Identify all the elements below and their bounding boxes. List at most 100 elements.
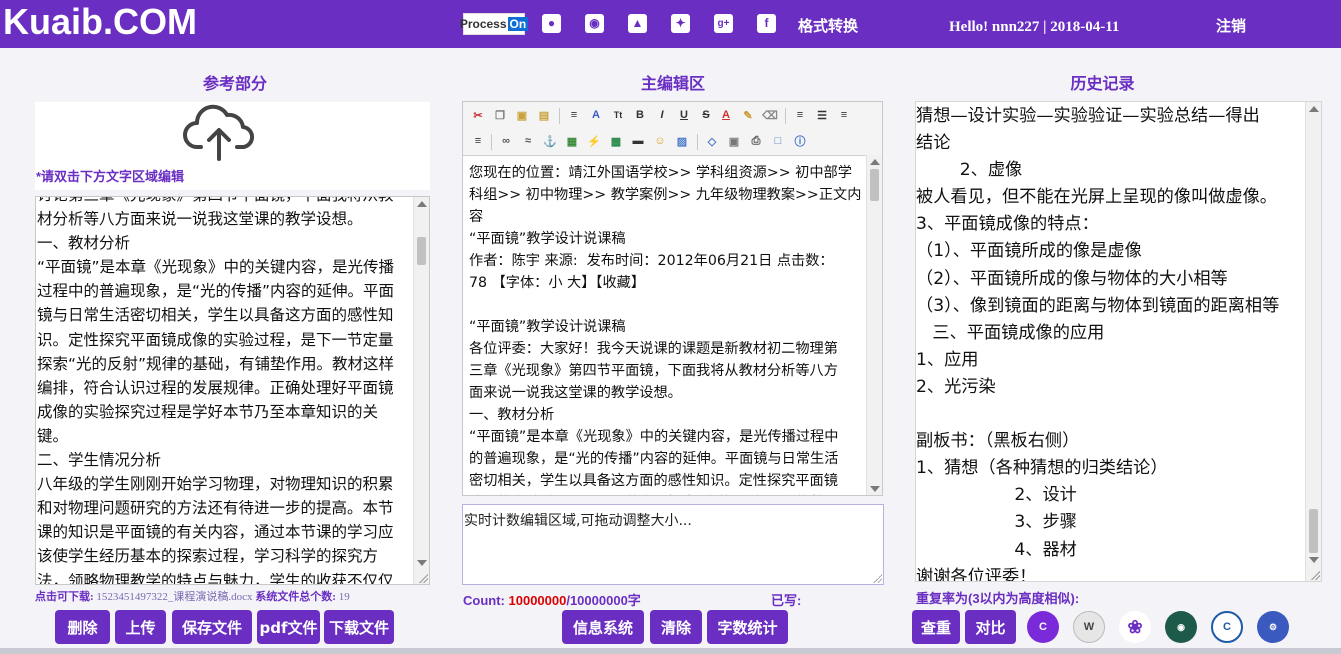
reference-text: 讨论第三章《光现象》第四节平面镜，下面我将从教 材分析等八方面来说一说我这堂课的…: [37, 197, 395, 585]
github-link[interactable]: ●: [542, 12, 561, 34]
outdent-icon[interactable]: ≡: [471, 134, 485, 148]
link-icon[interactable]: ∞: [499, 134, 513, 148]
wechat-link[interactable]: ◉: [585, 12, 604, 34]
google-plus-link[interactable]: g+: [714, 12, 733, 34]
format-convert-link[interactable]: 格式转换: [798, 17, 858, 37]
horizontal-scrollbar[interactable]: [0, 648, 1341, 654]
media-icon[interactable]: ▩: [609, 134, 623, 148]
word-count-textarea[interactable]: 实时计数编辑区域,可拖动调整大小...: [462, 504, 884, 585]
scroll-down-arrow-icon[interactable]: [1309, 557, 1319, 563]
resize-grip-icon[interactable]: [1310, 570, 1320, 580]
scroll-up-arrow-icon[interactable]: [1309, 106, 1319, 112]
delete-button[interactable]: 删除: [55, 610, 110, 644]
library-icon[interactable]: ⚙: [1257, 611, 1289, 643]
upload-button[interactable]: 上传: [115, 610, 166, 644]
written-label-text: 已写:: [771, 593, 802, 608]
compare-button[interactable]: 对比: [965, 610, 1016, 644]
word-count-button[interactable]: 字数统计: [707, 610, 788, 644]
about-icon[interactable]: ⓘ: [793, 134, 807, 148]
special-char-icon[interactable]: ▨: [675, 134, 689, 148]
horizontal-rule-icon[interactable]: ▬: [631, 134, 645, 148]
scroll-down-arrow-icon[interactable]: [870, 486, 880, 492]
info-system-button[interactable]: 信息系统: [562, 610, 644, 644]
history-scrollbar[interactable]: [1305, 102, 1321, 581]
processon-link[interactable]: Process On: [460, 13, 529, 35]
count-line: Count: 10000000/10000000字: [463, 590, 641, 609]
facebook-link[interactable]: f: [757, 12, 776, 34]
qq-icon: ▲: [628, 13, 647, 33]
toolbar-separator: [697, 134, 698, 150]
anchor-icon[interactable]: ⚓: [543, 134, 557, 148]
flash-icon[interactable]: ⚡: [587, 134, 601, 148]
print-icon[interactable]: ⎙: [749, 134, 763, 148]
clear-button[interactable]: 清除: [650, 610, 702, 644]
highlight-icon[interactable]: ✎: [741, 108, 755, 122]
reference-scrollbar[interactable]: [413, 197, 429, 584]
history-textarea[interactable]: 猜想—设计实验—实验验证—实验总结—得出 结论 2、虚像 被人看见，但不能在光屏…: [915, 101, 1322, 582]
brand-logo[interactable]: Kuaib.COM: [3, 0, 197, 44]
reference-scroll-thumb[interactable]: [417, 237, 426, 265]
scroll-up-arrow-icon[interactable]: [417, 201, 427, 207]
cnki-icon[interactable]: C: [1211, 611, 1243, 643]
scroll-down-arrow-icon[interactable]: [417, 560, 427, 566]
search-engine-c-icon[interactable]: C: [1027, 611, 1059, 643]
unlink-icon[interactable]: ≈: [521, 134, 535, 148]
strikethrough-icon[interactable]: S: [699, 108, 713, 122]
preview-icon[interactable]: ▣: [727, 134, 741, 148]
italic-icon[interactable]: I: [655, 108, 669, 122]
emoticon-icon[interactable]: ☺: [653, 134, 667, 148]
align-left-icon[interactable]: ≡: [793, 108, 807, 122]
bold-icon[interactable]: B: [633, 108, 647, 122]
align-icon[interactable]: ≡: [567, 108, 581, 122]
check-duplicate-button[interactable]: 查重: [912, 610, 960, 644]
reference-textarea[interactable]: 讨论第三章《光现象》第四节平面镜，下面我将从教 材分析等八方面来说一说我这堂课的…: [35, 196, 430, 585]
facebook-icon: f: [757, 13, 776, 33]
resize-grip-icon[interactable]: [418, 573, 428, 583]
editor-scroll-thumb[interactable]: [870, 169, 879, 201]
paste-text-icon[interactable]: ▤: [537, 108, 551, 122]
user-greeting: Hello! nnn227 | 2018-04-11: [949, 19, 1120, 35]
underline-icon[interactable]: U: [677, 108, 691, 122]
count-label: Count:: [463, 593, 505, 608]
paste-icon[interactable]: ▣: [515, 108, 529, 122]
font-style-icon[interactable]: A: [589, 108, 603, 122]
list-icon[interactable]: ☰: [815, 108, 829, 122]
save-file-button[interactable]: 保存文件: [172, 610, 252, 644]
main-editor-title: 主编辑区: [640, 76, 705, 93]
toolbar-separator: [491, 134, 492, 150]
cut-icon[interactable]: ✂: [471, 108, 485, 122]
twitter-link[interactable]: ✦: [671, 12, 690, 34]
history-text: 猜想—设计实验—实验验证—实验总结—得出 结论 2、虚像 被人看见，但不能在光屏…: [916, 106, 1280, 582]
source-code-icon[interactable]: ◇: [705, 134, 719, 148]
fullscreen-icon[interactable]: □: [771, 134, 785, 148]
history-scroll-thumb[interactable]: [1309, 509, 1318, 553]
download-filename[interactable]: 1523451497322_课程演说稿.docx: [96, 591, 252, 603]
download-file-button[interactable]: 下载文件: [324, 610, 394, 644]
edit-hint: *请双击下方文字区域编辑: [36, 169, 185, 184]
twitter-icon: ✦: [671, 13, 690, 33]
top-bar: Kuaib.COM Process On ● ◉ ▲ ✦ g+ f 格式转换 He…: [0, 0, 1341, 48]
logout-link[interactable]: 注销: [1216, 17, 1246, 37]
scroll-up-arrow-icon[interactable]: [870, 159, 880, 165]
rich-text-editor[interactable]: ✂ ❐ ▣ ▤ ≡ A Tt B I U S A ✎ ⌫ ≡ ☰ ≡ ≡ ∞ ≈…: [462, 101, 883, 496]
editor-scrollbar[interactable]: [866, 155, 882, 495]
image-icon[interactable]: ▦: [565, 134, 579, 148]
resize-grip-icon[interactable]: [872, 573, 882, 583]
baidu-paw-icon[interactable]: ❀: [1119, 611, 1151, 643]
word-count-placeholder: 实时计数编辑区域,可拖动调整大小...: [464, 513, 692, 529]
written-label: 已写:: [771, 590, 801, 609]
university-seal-icon[interactable]: ◉: [1165, 611, 1197, 643]
eraser-icon[interactable]: ⌫: [762, 108, 778, 122]
font-size-icon[interactable]: Tt: [611, 108, 625, 122]
indent-icon[interactable]: ≡: [837, 108, 851, 122]
pdf-file-button[interactable]: pdf文件: [257, 610, 320, 644]
cloud-upload-icon: [183, 104, 254, 161]
qq-link[interactable]: ▲: [628, 12, 647, 34]
file-info: 点击可下载: 1523451497322_课程演说稿.docx 系统文件总个数:…: [35, 588, 350, 604]
count-total: /10000000字: [566, 593, 641, 608]
download-label: 点击可下载:: [35, 591, 94, 603]
editor-toolbar: ✂ ❐ ▣ ▤ ≡ A Tt B I U S A ✎ ⌫ ≡ ☰ ≡ ≡ ∞ ≈…: [463, 102, 882, 156]
wikipedia-icon[interactable]: W: [1073, 611, 1105, 643]
font-color-icon[interactable]: A: [719, 108, 733, 122]
copy-icon[interactable]: ❐: [493, 108, 507, 122]
